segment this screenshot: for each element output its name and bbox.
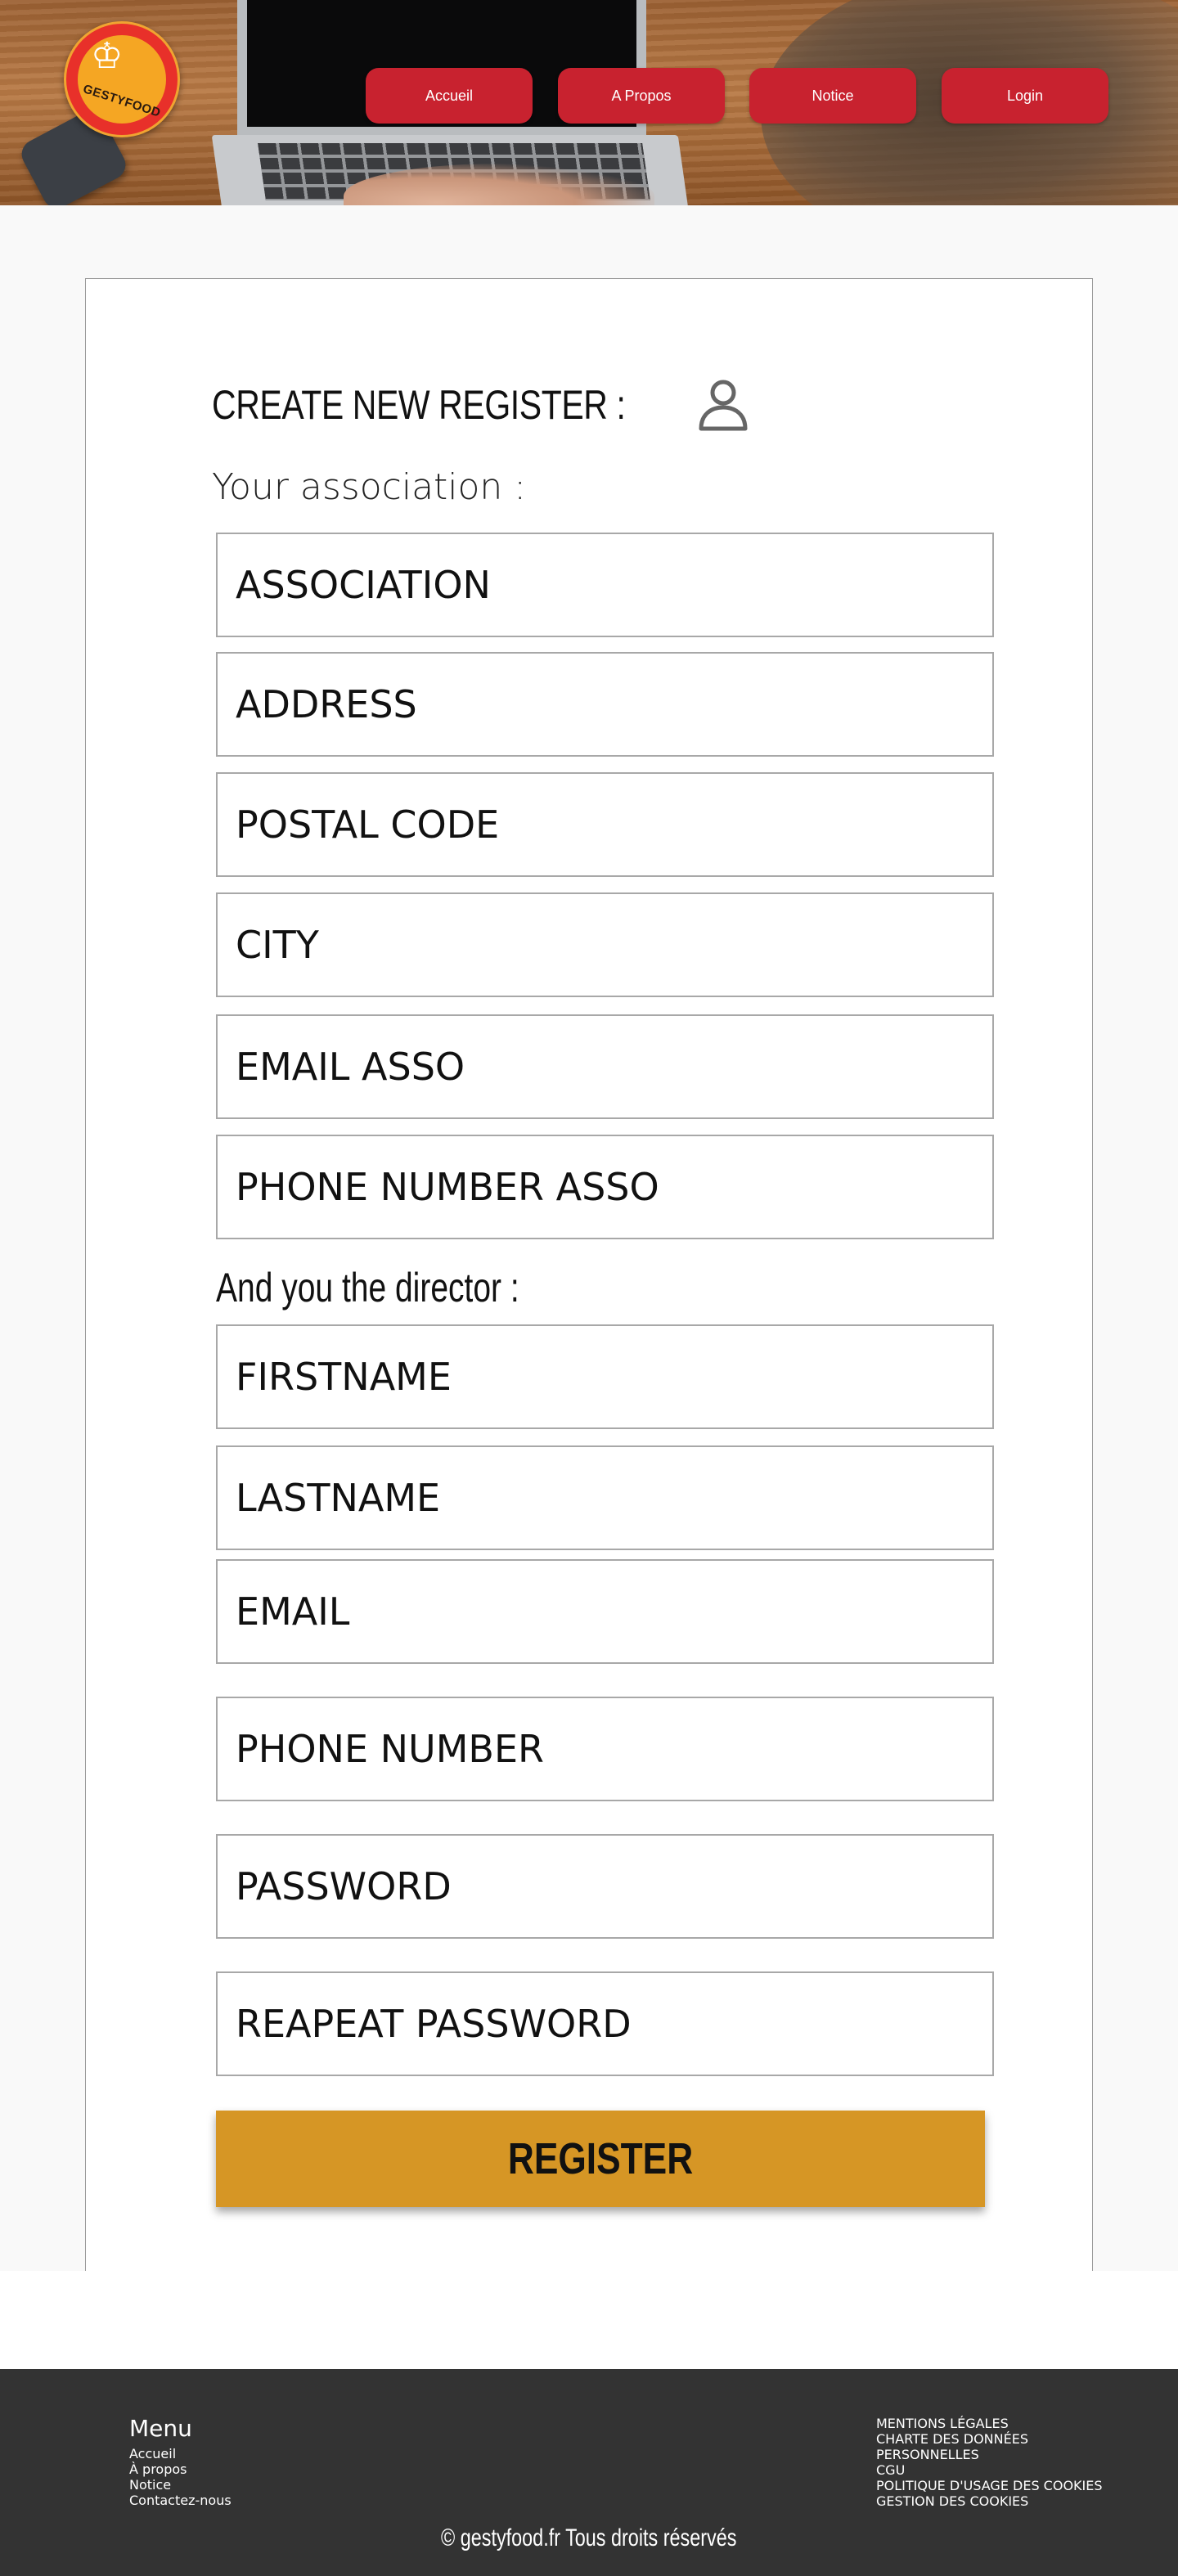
firstname-input[interactable] (216, 1324, 994, 1429)
footer-link-contact[interactable]: Contactez-nous (129, 2493, 232, 2508)
footer-link-charte-donnees-cont[interactable]: PERSONNELLES (876, 2447, 1103, 2462)
footer-link-mentions-legales[interactable]: MENTIONS LÉGALES (876, 2416, 1103, 2431)
nav-a-propos-button[interactable]: A Propos (558, 68, 725, 124)
director-section-label: And you the director : (216, 1265, 519, 1310)
footer-link-charte-donnees[interactable]: CHARTE DES DONNÉES (876, 2431, 1103, 2447)
footer-link-a-propos[interactable]: À propos (129, 2461, 232, 2477)
email-input[interactable] (216, 1559, 994, 1664)
hero-header: ♔ GESTYFOOD Accueil A Propos Notice Logi… (0, 0, 1178, 205)
register-button[interactable]: REGISTER (216, 2111, 985, 2207)
footer-link-accueil[interactable]: Accueil (129, 2446, 232, 2461)
address-input[interactable] (216, 652, 994, 757)
copyright-text: © gestyfood.fr Tous droits réservés (0, 2524, 1178, 2552)
footer-legal-list: MENTIONS LÉGALES CHARTE DES DONNÉES PERS… (876, 2416, 1103, 2509)
copyright-label: © gestyfood.fr Tous droits réservés (441, 2524, 737, 2551)
phone-asso-input[interactable] (216, 1135, 994, 1239)
phone-number-input[interactable] (216, 1697, 994, 1801)
gestyfood-logo[interactable]: ♔ GESTYFOOD (64, 21, 180, 137)
repeat-password-input[interactable] (216, 1971, 994, 2076)
page-title: CREATE NEW REGISTER : (212, 382, 626, 428)
chef-hat-icon: ♔ (91, 36, 124, 76)
user-icon (699, 380, 748, 431)
footer-menu-list: Accueil À propos Notice Contactez-nous (129, 2446, 232, 2508)
email-asso-input[interactable] (216, 1014, 994, 1119)
nav-login-button[interactable]: Login (942, 68, 1108, 124)
city-input[interactable] (216, 892, 994, 997)
lastname-input[interactable] (216, 1445, 994, 1550)
footer-link-notice[interactable]: Notice (129, 2477, 232, 2493)
site-footer: Menu Accueil À propos Notice Contactez-n… (0, 2369, 1178, 2576)
footer-link-cgu[interactable]: CGU (876, 2462, 1103, 2478)
footer-link-cookie-policy[interactable]: POLITIQUE D'USAGE DES COOKIES (876, 2478, 1103, 2493)
page-bottom-spacer (0, 2271, 1178, 2369)
password-input[interactable] (216, 1834, 994, 1939)
footer-menu-title: Menu (129, 2415, 192, 2442)
register-button-label: REGISTER (507, 2134, 694, 2183)
footer-link-cookie-settings[interactable]: GESTION DES COOKIES (876, 2493, 1103, 2509)
association-input[interactable] (216, 533, 994, 637)
postal-code-input[interactable] (216, 772, 994, 877)
association-section-label: Your association : (212, 466, 527, 508)
nav-notice-button[interactable]: Notice (749, 68, 916, 124)
nav-accueil-button[interactable]: Accueil (366, 68, 533, 124)
